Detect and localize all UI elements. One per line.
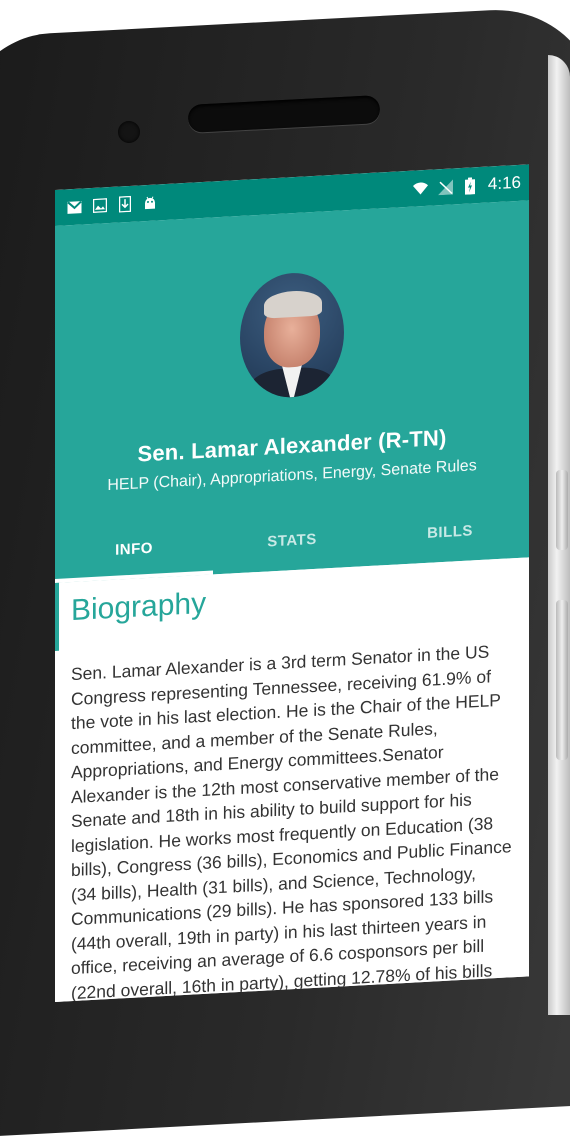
front-camera	[118, 121, 140, 143]
android-icon	[142, 195, 157, 211]
battery-charging-icon	[463, 176, 478, 195]
wifi-icon	[412, 180, 428, 196]
avatar	[240, 270, 344, 400]
biography-text: Sen. Lamar Alexander is a 3rd term Senat…	[71, 641, 512, 1002]
tab-stats[interactable]: STATS	[213, 506, 371, 575]
volume-button	[556, 600, 568, 760]
info-content: Biography Sen. Lamar Alexander is a 3rd …	[55, 557, 529, 1002]
power-button	[556, 470, 568, 550]
app-screen: 4:16 Sen. Lamar Alexander (R-TN) HELP (C…	[55, 164, 529, 1002]
image-icon	[92, 198, 107, 214]
no-signal-icon	[437, 178, 453, 195]
section-title: Biography	[71, 586, 207, 628]
profile-header: Sen. Lamar Alexander (R-TN) HELP (Chair)…	[55, 200, 529, 583]
tab-bills[interactable]: BILLS	[371, 497, 529, 566]
phone-device: 4:16 Sen. Lamar Alexander (R-TN) HELP (C…	[0, 0, 570, 1138]
download-icon	[117, 195, 132, 213]
gmail-icon	[67, 199, 82, 215]
tab-info[interactable]: INFO	[55, 514, 213, 583]
status-time: 4:16	[487, 172, 521, 194]
